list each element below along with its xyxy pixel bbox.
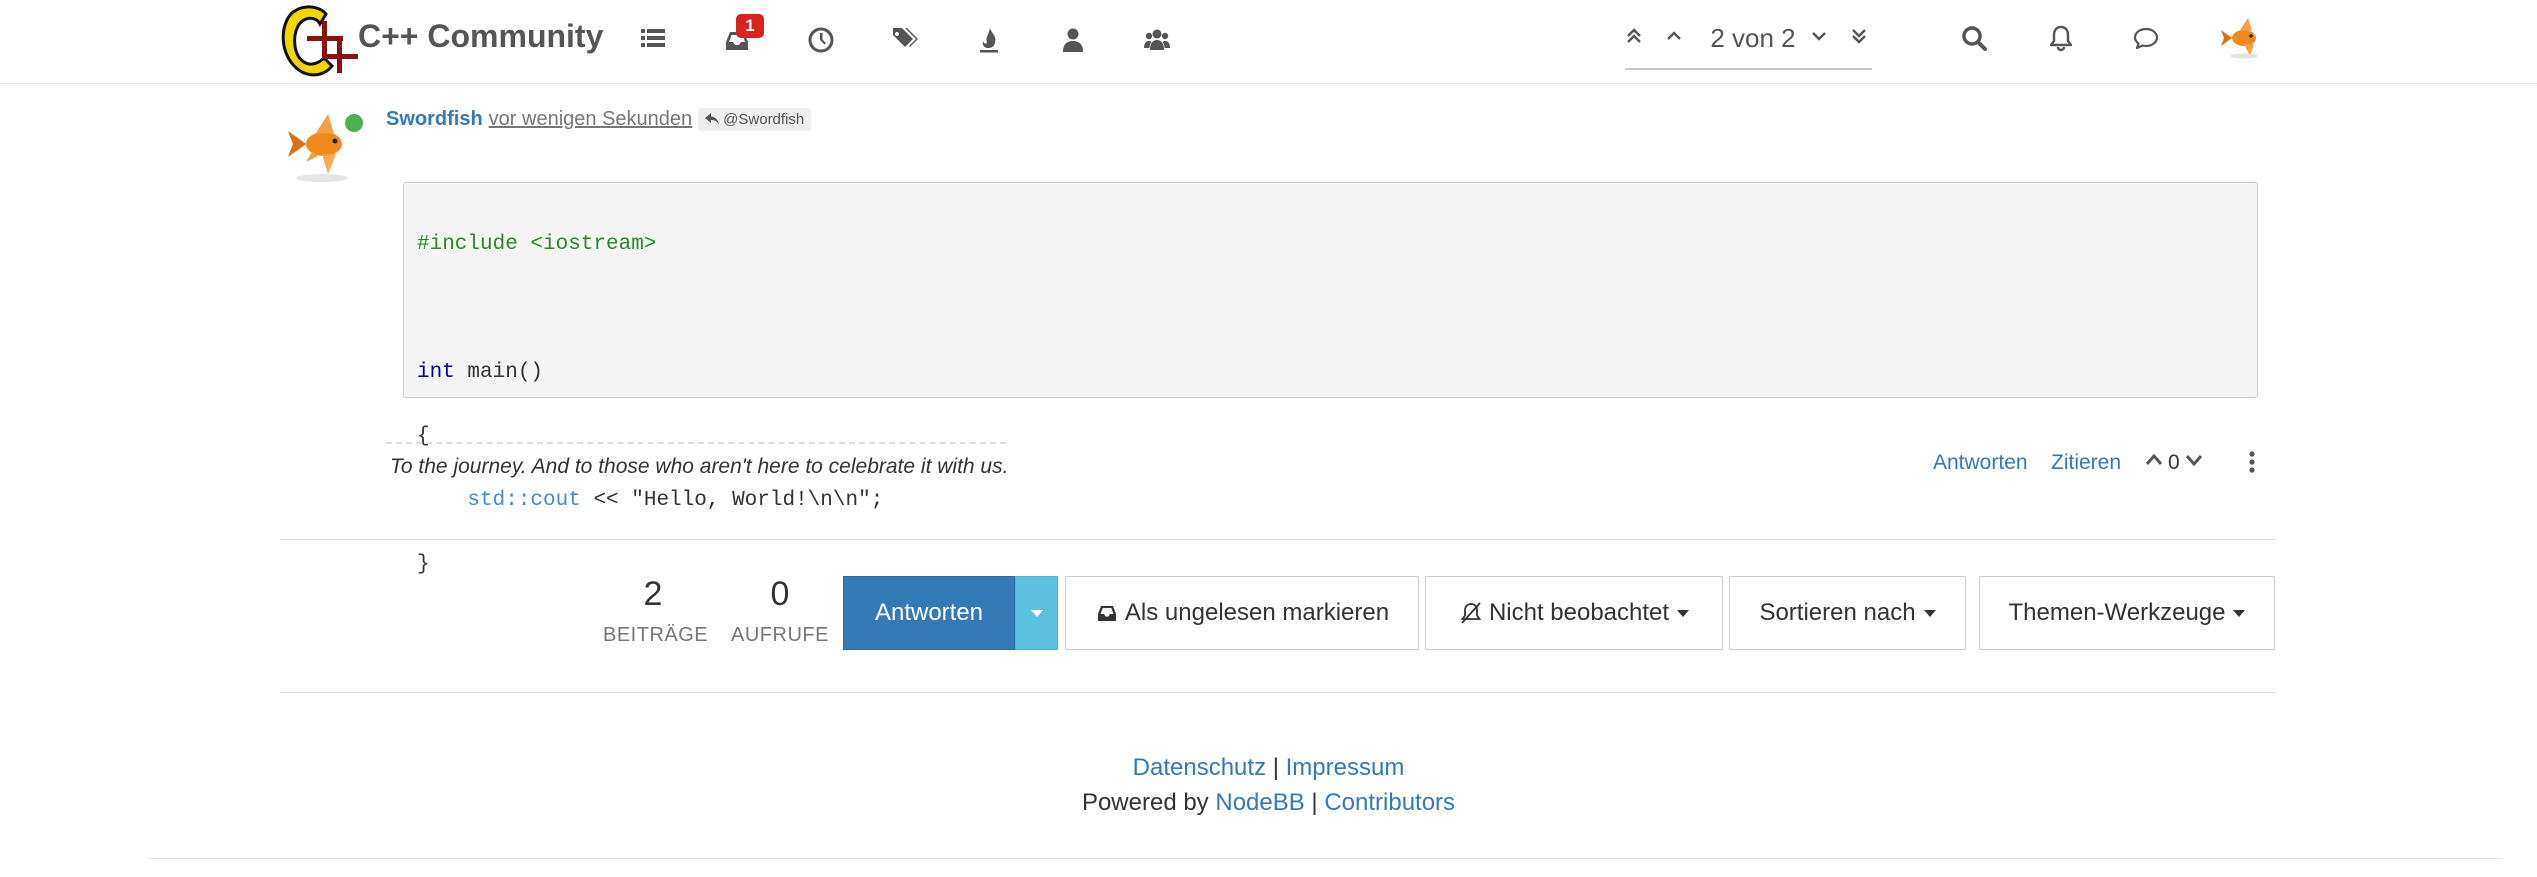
code-block: #include <iostream> int main() { std::co… — [403, 182, 2258, 576]
post-signature: To the journey. And to those who aren't … — [390, 455, 1009, 478]
clock-icon[interactable] — [803, 22, 839, 58]
double-chevron-down-icon[interactable] — [1845, 22, 1873, 50]
list-icon[interactable] — [635, 20, 671, 56]
powered-by-text: Powered by — [1081, 789, 1209, 816]
code-text: { — [417, 425, 430, 448]
post-timestamp[interactable]: vor wenigen Sekunden — [489, 108, 692, 131]
caret-down-icon — [1030, 609, 1043, 617]
mark-unread-button[interactable]: Als ungelesen markieren — [1065, 576, 1419, 650]
user-avatar[interactable] — [2218, 12, 2266, 60]
code-line: int main() — [417, 357, 2244, 389]
cpp-logo[interactable] — [274, 0, 358, 80]
posts-count: 2 — [643, 575, 663, 613]
users-icon[interactable] — [1139, 22, 1175, 58]
post-votes: 0 — [2144, 450, 2204, 475]
pagination-progress — [1625, 68, 1872, 70]
caret-down-icon — [2233, 609, 2246, 617]
divider — [280, 539, 2276, 540]
more-options-icon[interactable] — [2240, 448, 2264, 476]
divider — [280, 692, 2276, 693]
sort-label: Sortieren nach — [1759, 599, 1916, 626]
post-quote-link[interactable]: Zitieren — [2051, 451, 2121, 475]
code-line: std::cout << "Hello, World!\n\n"; — [417, 485, 2244, 517]
online-status-indicator — [343, 112, 365, 134]
code-text: << "Hello, World!\n\n"; — [580, 489, 884, 512]
caret-down-icon — [1677, 609, 1690, 617]
reply-to-user: @Swordfish — [723, 110, 805, 128]
post-reply-link[interactable]: Antworten — [1933, 451, 2028, 475]
notification-badge: 1 — [736, 14, 764, 38]
footer-links: Datenschutz | Impressum — [0, 754, 2537, 782]
posts-stat: 2 Beiträge — [603, 574, 709, 647]
bell-icon[interactable] — [2043, 20, 2079, 56]
reply-to-badge[interactable]: @Swordfish — [698, 107, 812, 131]
code-text: main() — [454, 361, 544, 384]
footer-separator: | — [1272, 754, 1279, 781]
chat-icon[interactable] — [2128, 20, 2164, 56]
signature-divider — [386, 442, 1006, 444]
vote-count: 0 — [2168, 450, 2180, 474]
pagination-indicator[interactable]: 2 von 2 — [1708, 23, 1798, 54]
reply-icon — [705, 113, 720, 125]
topic-tools-dropdown[interactable]: Themen-Werkzeuge — [1979, 576, 2275, 650]
chevron-down-icon[interactable] — [1805, 22, 1833, 50]
mark-unread-label: Als ungelesen markieren — [1124, 599, 1390, 626]
top-navbar: C++ Community 1 2 von 2 — [0, 0, 2537, 84]
double-chevron-up-icon[interactable] — [1620, 22, 1648, 50]
reply-button[interactable]: Antworten — [843, 576, 1015, 650]
topic-tools-label: Themen-Werkzeuge — [2008, 599, 2226, 626]
code-namespace: std::cout — [467, 489, 581, 512]
bell-slash-icon — [1460, 602, 1482, 624]
user-icon[interactable] — [1055, 22, 1091, 58]
post-quote-actions: Zitieren — [2051, 448, 2121, 478]
contributors-link[interactable]: Contributors — [1324, 789, 1455, 816]
post-actions: Antworten — [1933, 448, 2028, 478]
divider — [148, 858, 2502, 859]
code-line: #include <iostream> — [417, 229, 2244, 261]
post-author-name[interactable]: Swordfish — [386, 108, 483, 131]
views-stat: 0 Aufrufe — [730, 574, 830, 647]
watch-label: Nicht beobachtet — [1488, 599, 1670, 626]
chevron-up-icon[interactable] — [1660, 22, 1688, 50]
posts-label: Beiträge — [603, 624, 709, 646]
footer-separator: | — [1311, 789, 1318, 816]
downvote-icon[interactable] — [2184, 450, 2204, 475]
footer-credits: Powered by NodeBB | Contributors — [0, 789, 2537, 817]
brand-title[interactable]: C++ Community — [358, 18, 603, 55]
search-icon[interactable] — [1956, 20, 1992, 56]
reply-options-toggle[interactable] — [1015, 576, 1058, 650]
views-label: Aufrufe — [731, 624, 829, 646]
upvote-icon[interactable] — [2144, 450, 2164, 475]
tags-icon[interactable] — [887, 20, 923, 56]
inbox-icon — [1097, 606, 1116, 621]
views-count: 0 — [770, 575, 790, 613]
topic-pagination: 2 von 2 — [1620, 14, 1872, 70]
imprint-link[interactable]: Impressum — [1286, 754, 1405, 781]
caret-down-icon — [1923, 609, 1936, 617]
post-header: Swordfish vor wenigen Sekunden @Swordfis… — [386, 104, 812, 134]
watch-dropdown[interactable]: Nicht beobachtet — [1425, 576, 1723, 650]
code-text: } — [417, 553, 430, 576]
nodebb-link[interactable]: NodeBB — [1215, 789, 1304, 816]
sort-dropdown[interactable]: Sortieren nach — [1729, 576, 1966, 650]
fire-icon[interactable] — [971, 22, 1007, 58]
privacy-link[interactable]: Datenschutz — [1133, 754, 1266, 781]
code-preprocessor: #include <iostream> — [417, 233, 657, 256]
code-keyword: int — [417, 361, 455, 384]
